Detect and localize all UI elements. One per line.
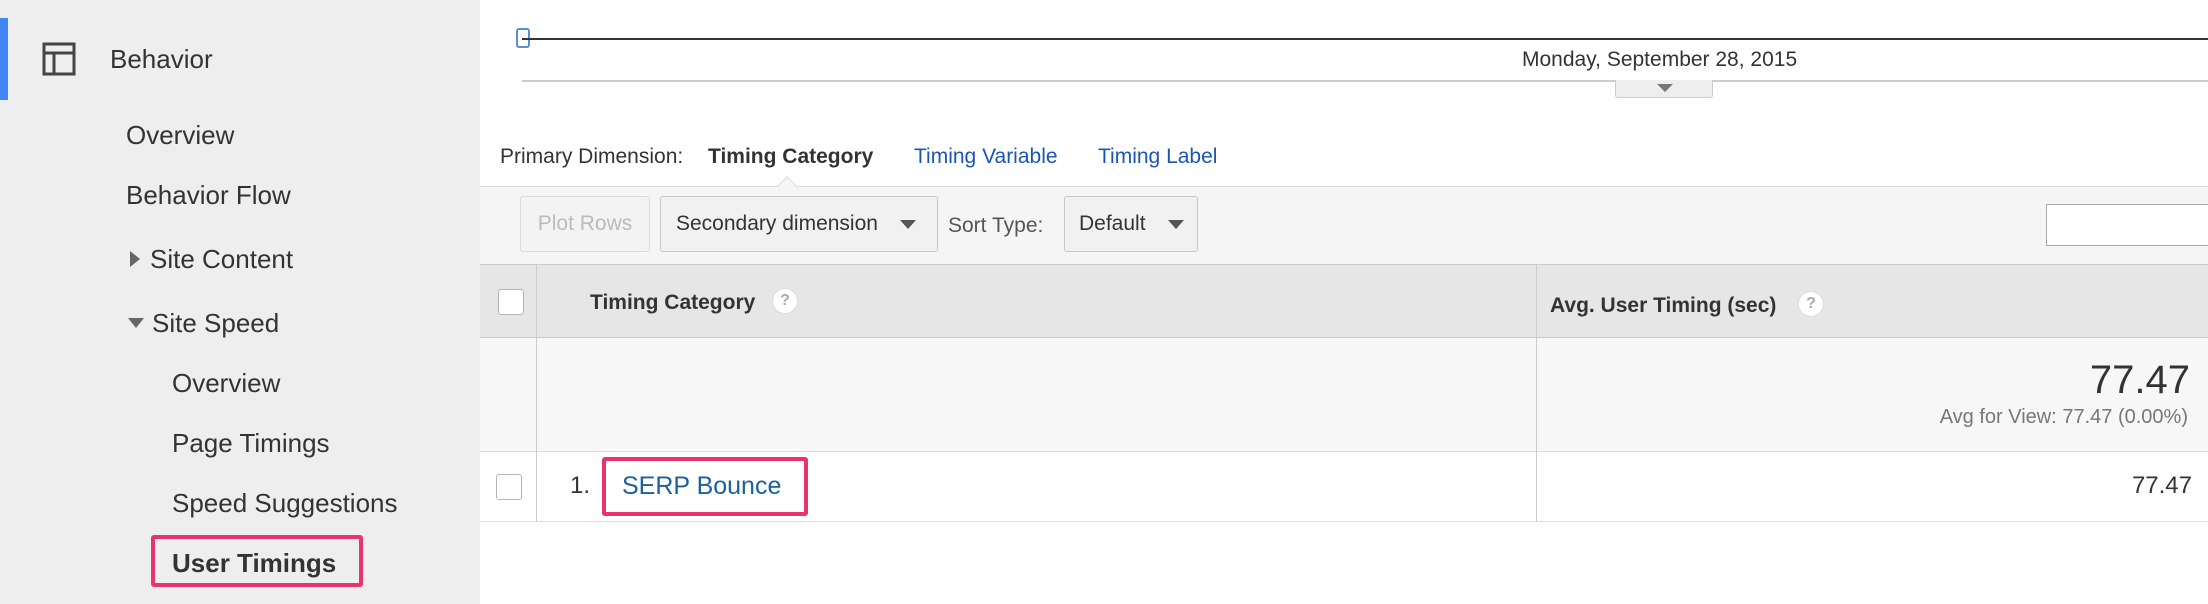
primary-dimension-timing-label[interactable]: Timing Label	[1098, 145, 1217, 169]
summary-avg-for-view: Avg for View: 77.47 (0.00%)	[1939, 406, 2188, 428]
sidebar-section-behavior[interactable]: Behavior	[110, 44, 213, 75]
sidebar-item-site-content[interactable]: Site Content	[130, 244, 293, 275]
sidebar-item-label: Site Content	[150, 244, 294, 274]
sidebar-item-speed-suggestions[interactable]: Speed Suggestions	[172, 488, 398, 519]
primary-dimension-timing-category: Timing Category	[708, 145, 874, 168]
help-icon[interactable]: ?	[1798, 291, 1824, 317]
row-index: 1.	[570, 472, 591, 499]
column-divider	[536, 265, 537, 339]
sidebar-item-label: User Timings	[172, 548, 337, 578]
sidebar-item-overview[interactable]: Overview	[126, 120, 234, 151]
row-timing-category-highlight: SERP Bounce	[602, 457, 808, 516]
column-divider	[536, 338, 537, 452]
sort-type-label: Sort Type:	[948, 214, 1044, 237]
behavior-layout-icon	[42, 42, 76, 76]
sidebar-item-site-speed[interactable]: Site Speed	[128, 308, 279, 339]
timeline-line	[522, 38, 2208, 40]
column-divider	[1536, 338, 1537, 452]
sidebar-item-label: Site Speed	[152, 308, 280, 338]
timeline-divider	[522, 80, 2208, 82]
sidebar-item-user-timings[interactable]: User Timings	[151, 535, 363, 587]
table-summary-row: 77.47 Avg for View: 77.47 (0.00%)	[480, 338, 2208, 452]
table-header: Timing Category ? Avg. User Timing (sec)…	[480, 264, 2208, 339]
summary-avg-user-timing: 77.47	[2089, 358, 2190, 402]
sort-type-value: Default	[1079, 212, 1146, 235]
secondary-dimension-dropdown[interactable]: Secondary dimension	[660, 196, 938, 252]
expand-right-icon	[130, 251, 140, 268]
help-icon[interactable]: ?	[772, 288, 798, 314]
chevron-down-icon	[1167, 219, 1184, 229]
column-header-avg-user-timing[interactable]: Avg. User Timing (sec)	[1550, 294, 1776, 318]
column-divider	[1536, 452, 1537, 522]
sidebar-item-page-timings[interactable]: Page Timings	[172, 428, 330, 459]
row-checkbox[interactable]	[496, 474, 522, 500]
column-header-timing-category[interactable]: Timing Category	[590, 291, 755, 315]
collapse-down-icon	[128, 318, 144, 329]
table-search-input[interactable]	[2046, 204, 2208, 246]
column-divider	[1536, 265, 1537, 339]
sidebar-active-accent	[0, 18, 8, 100]
sidebar-item-site-speed-overview[interactable]: Overview	[172, 368, 280, 399]
row-avg-user-timing: 77.47	[2131, 472, 2192, 499]
primary-dimension-timing-variable[interactable]: Timing Variable	[914, 145, 1058, 169]
timeline-expand-handle[interactable]	[1615, 80, 1713, 98]
select-all-checkbox[interactable]	[498, 289, 524, 315]
row-timing-category-link[interactable]: SERP Bounce	[622, 472, 781, 501]
column-divider	[536, 452, 537, 522]
sidebar: Behavior Overview Behavior Flow Site Con…	[0, 0, 480, 604]
chevron-down-icon	[899, 219, 916, 229]
timeline-date-label: Monday, September 28, 2015	[1522, 48, 1798, 71]
chevron-down-icon	[1657, 84, 1673, 92]
primary-dimension-label: Primary Dimension:	[500, 145, 684, 168]
sidebar-item-behavior-flow[interactable]: Behavior Flow	[126, 180, 291, 211]
secondary-dimension-label: Secondary dimension	[676, 212, 878, 235]
sort-type-dropdown[interactable]: Default	[1064, 196, 1198, 252]
plot-rows-button[interactable]: Plot Rows	[520, 196, 650, 252]
